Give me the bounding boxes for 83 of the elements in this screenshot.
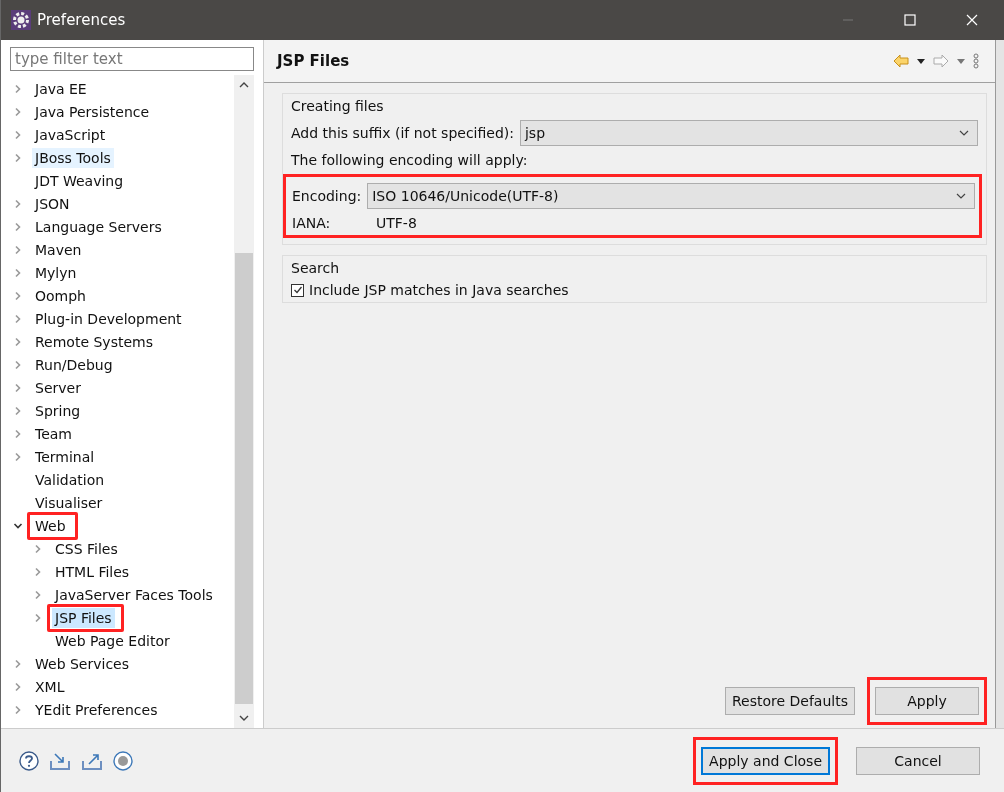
chevron-right-icon[interactable]	[33, 543, 43, 554]
group-title: Creating files	[291, 98, 385, 114]
forward-arrow-icon[interactable]	[933, 54, 949, 68]
chevron-right-icon[interactable]	[13, 129, 23, 140]
chevron-right-icon[interactable]	[13, 658, 23, 669]
chevron-down-icon	[956, 193, 966, 199]
chevron-right-icon[interactable]	[33, 566, 43, 577]
field-label: Encoding:	[292, 188, 362, 204]
tree-item[interactable]: Web Page Editor	[52, 630, 173, 651]
tree-item[interactable]: Visualiser	[32, 492, 106, 513]
cancel-button[interactable]: Cancel	[856, 746, 980, 775]
tree-item[interactable]: Server	[32, 377, 84, 398]
chevron-right-icon[interactable]	[13, 681, 23, 692]
tree-item[interactable]: Plug-in Development	[32, 308, 185, 329]
chevron-right-icon[interactable]	[13, 313, 23, 324]
tree-item[interactable]: Run/Debug	[32, 354, 116, 375]
info-text: The following encoding will apply:	[291, 152, 529, 168]
field-label: Add this suffix (if not specified):	[291, 125, 514, 141]
close-icon[interactable]	[966, 14, 978, 26]
filter-field[interactable]: type filter text	[10, 47, 254, 71]
chevron-right-icon[interactable]	[13, 290, 23, 301]
page-title: JSP Files	[277, 52, 350, 70]
maximize-icon[interactable]	[904, 14, 916, 26]
chevron-down-icon	[959, 130, 969, 136]
tree-item[interactable]: Web Services	[32, 653, 132, 674]
checkbox-label[interactable]: Include JSP matches in Java searches	[309, 282, 569, 298]
back-arrow-icon[interactable]	[893, 54, 909, 68]
tree-item[interactable]: Spring	[32, 400, 84, 421]
suffix-dropdown[interactable]: jsp	[520, 120, 978, 146]
encoding-dropdown[interactable]: ISO 10646/Unicode(UTF-8)	[367, 183, 975, 209]
tree-item[interactable]: Terminal	[32, 446, 98, 467]
tree-item[interactable]: CSS Files	[52, 538, 121, 559]
tree-item[interactable]: Java EE	[32, 78, 90, 99]
tree-item[interactable]: JDT Weaving	[32, 170, 127, 191]
field-label: IANA:	[292, 215, 332, 231]
tree-item[interactable]: Remote Systems	[32, 331, 156, 352]
tree-item[interactable]: JavaScript	[32, 124, 109, 145]
tree-item[interactable]: Team	[32, 423, 75, 444]
tree-item[interactable]: Validation	[32, 469, 108, 490]
chevron-right-icon[interactable]	[13, 405, 23, 416]
chevron-right-icon[interactable]	[13, 382, 23, 393]
chevron-right-icon[interactable]	[13, 359, 23, 370]
tree-item[interactable]: XML	[32, 676, 68, 697]
chevron-right-icon[interactable]	[13, 267, 23, 278]
dropdown-caret-icon[interactable]	[917, 58, 925, 64]
tree-item[interactable]: Maven	[32, 239, 85, 260]
tree-item[interactable]: HTML Files	[52, 561, 133, 582]
chevron-right-icon[interactable]	[13, 704, 23, 715]
apply-button[interactable]: Apply	[875, 687, 979, 715]
chevron-right-icon[interactable]	[33, 612, 43, 623]
tree-item[interactable]: Web	[32, 515, 69, 536]
group-title: Search	[291, 260, 341, 276]
tree-item[interactable]: JBoss Tools	[32, 147, 114, 168]
tree-item[interactable]: Language Servers	[32, 216, 165, 237]
window-title: Preferences	[37, 11, 126, 29]
chevron-right-icon[interactable]	[13, 336, 23, 347]
tree-item[interactable]: JSP Files	[52, 607, 115, 628]
record-icon[interactable]	[113, 750, 133, 771]
chevron-right-icon[interactable]	[33, 589, 43, 600]
tree-item[interactable]: YEdit Preferences	[32, 699, 161, 720]
tree-item[interactable]: JSON	[32, 193, 73, 214]
scrollbar-thumb[interactable]	[235, 253, 253, 704]
checkbox[interactable]	[291, 283, 304, 297]
restore-defaults-button[interactable]: Restore Defaults	[724, 687, 855, 715]
tree-item[interactable]: Mylyn	[32, 262, 80, 283]
tree-item[interactable]: JavaServer Faces Tools	[52, 584, 216, 605]
chevron-right-icon[interactable]	[13, 106, 23, 117]
gear-icon	[11, 10, 31, 30]
chevron-right-icon[interactable]	[13, 83, 23, 94]
tree-item[interactable]: Oomph	[32, 285, 89, 306]
chevron-right-icon[interactable]	[13, 221, 23, 232]
chevron-right-icon[interactable]	[13, 428, 23, 439]
chevron-right-icon[interactable]	[13, 198, 23, 209]
scrollbar[interactable]	[234, 75, 254, 728]
import-icon[interactable]	[49, 750, 71, 771]
chevron-right-icon[interactable]	[13, 244, 23, 255]
menu-icon[interactable]	[973, 53, 979, 69]
chevron-right-icon[interactable]	[13, 152, 23, 163]
field-value: UTF-8	[376, 215, 417, 231]
tree-item[interactable]: Java Persistence	[32, 101, 153, 122]
help-icon[interactable]	[19, 750, 39, 771]
apply-and-close-button[interactable]: Apply and Close	[701, 746, 830, 775]
chevron-right-icon[interactable]	[13, 451, 23, 462]
